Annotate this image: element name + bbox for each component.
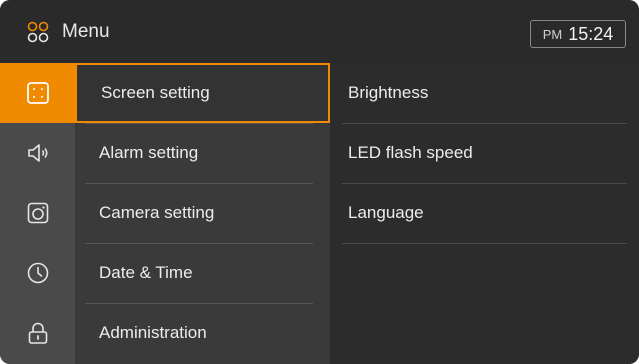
menu-item-screen-setting[interactable]: Screen setting [75,63,330,123]
menu-item-label: Administration [99,323,207,342]
menu-item-date-time[interactable]: Date & Time [75,243,330,303]
sidebar-item-alarm[interactable] [0,123,75,183]
clock-ampm: PM [542,26,563,42]
clock-icon [27,262,48,284]
page-title: Menu [62,21,110,42]
divider [342,243,627,244]
header-bar: Menu PM 15:24 [0,0,639,63]
screen-icon [26,82,49,104]
clock-display: PM 15:24 [530,20,626,48]
lock-icon [28,322,47,344]
menu-item-administration[interactable]: Administration [75,303,330,363]
clock-time: 15:24 [568,23,614,44]
option-language[interactable]: Language [330,183,639,243]
option-led-flash-speed[interactable]: LED flash speed [330,123,639,183]
menu-item-label: Date & Time [99,263,193,282]
menu-item-label: Alarm setting [99,143,199,162]
menu-grid-icon[interactable] [26,20,50,44]
menu-item-camera-setting[interactable]: Camera setting [75,183,330,243]
sidebar-item-administration[interactable] [0,303,75,363]
menu-item-label: Camera setting [99,203,215,222]
submenu-panel: Brightness LED flash speed Language [330,63,639,364]
menu-item-label: Screen setting [101,83,210,102]
device-screen: Menu PM 15:24 Screen setting Alarm setti… [0,0,639,364]
option-label: Brightness [348,83,429,102]
sidebar-item-camera[interactable] [0,183,75,243]
settings-menu: Screen setting Alarm setting Camera sett… [75,63,330,364]
option-label: LED flash speed [348,143,473,162]
option-brightness[interactable]: Brightness [330,63,639,123]
menu-item-alarm-setting[interactable]: Alarm setting [75,123,330,183]
sidebar-item-screen[interactable] [0,63,75,123]
option-label: Language [348,203,424,222]
speaker-icon [27,144,47,162]
icon-sidebar [0,63,75,364]
sidebar-item-datetime[interactable] [0,243,75,303]
camera-icon [27,202,48,224]
